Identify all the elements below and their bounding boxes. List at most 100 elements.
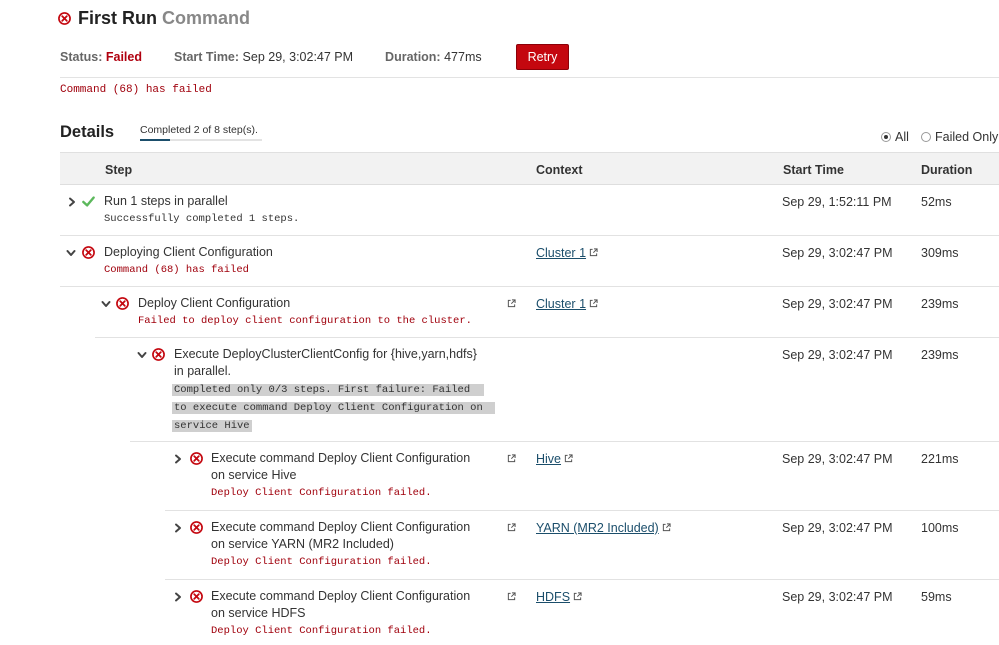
step-subtitle-highlighted: Completed only 0/3 steps. First failure:… (172, 381, 495, 435)
step-start-time: Sep 29, 3:02:47 PM (782, 521, 893, 535)
external-link-icon[interactable] (507, 454, 516, 463)
chevron-down-icon[interactable] (66, 248, 76, 258)
failure-message: Command (68) has failed (60, 84, 212, 96)
step-start-time: Sep 29, 3:02:47 PM (782, 452, 893, 466)
step-title-line: on service Hive (211, 468, 297, 482)
step-title: Execute command Deploy Client Configurat… (211, 519, 470, 553)
chevron-down-icon[interactable] (101, 299, 111, 309)
step-subtitle: Deploy Client Configuration failed. (211, 556, 432, 568)
step-title-line: on service HDFS (211, 606, 306, 620)
retry-button[interactable]: Retry (516, 44, 569, 70)
filter-failed-only-label: Failed Only (935, 130, 999, 144)
failed-circle-x-icon (82, 246, 95, 259)
context-link-hive[interactable]: Hive (536, 452, 573, 466)
step-duration: 221ms (921, 452, 959, 466)
external-link-icon[interactable] (507, 592, 516, 601)
failed-circle-x-icon (58, 12, 71, 25)
status-label: Status: (60, 50, 103, 64)
context-link-hdfs[interactable]: HDFS (536, 590, 582, 604)
failed-circle-x-icon (152, 348, 165, 361)
step-title-line: Execute DeployClusterClientConfig for {h… (174, 347, 477, 361)
context-link-cluster[interactable]: Cluster 1 (536, 246, 598, 260)
filter-all-label: All (895, 130, 909, 144)
table-row[interactable]: Deploy Client Configuration Failed to de… (95, 287, 999, 338)
external-link-icon[interactable] (507, 299, 516, 308)
external-link-icon (564, 454, 573, 463)
chevron-down-icon[interactable] (137, 350, 147, 360)
step-title-line: in parallel. (174, 364, 231, 378)
title-sub: Command (162, 7, 251, 28)
completed-progress (140, 139, 262, 141)
status-value: Failed (105, 50, 142, 64)
context-link-cluster[interactable]: Cluster 1 (536, 297, 598, 311)
step-title-line: Execute command Deploy Client Configurat… (211, 451, 471, 465)
step-duration: 52ms (921, 195, 952, 209)
step-subtitle: Deploy Client Configuration failed. (211, 487, 432, 499)
context-link-text: YARN (MR2 Included) (536, 521, 659, 535)
column-context: Context (536, 163, 583, 177)
chevron-right-icon[interactable] (173, 592, 183, 602)
step-start-time: Sep 29, 3:02:47 PM (782, 348, 893, 362)
duration-value: 477ms (444, 50, 482, 64)
table-row[interactable]: Execute command Deploy Client Configurat… (165, 511, 999, 580)
details-heading: Details (60, 123, 115, 141)
step-duration: 309ms (921, 246, 959, 260)
success-check-icon (82, 195, 95, 208)
start-time-value: Sep 29, 3:02:47 PM (242, 50, 354, 64)
step-title: Execute command Deploy Client Configurat… (211, 588, 470, 622)
failed-circle-x-icon (190, 590, 203, 603)
step-duration: 100ms (921, 521, 959, 535)
context-link-text: HDFS (536, 590, 571, 604)
radio-selected-icon (881, 132, 891, 142)
step-start-time: Sep 29, 3:02:47 PM (782, 297, 893, 311)
step-title-line: on service YARN (MR2 Included) (211, 537, 394, 551)
step-duration: 239ms (921, 348, 959, 362)
table-row[interactable]: Run 1 steps in parallel Successfully com… (60, 185, 999, 236)
step-duration: 239ms (921, 297, 959, 311)
column-duration: Duration (921, 163, 973, 177)
step-title: Deploying Client Configuration (104, 245, 273, 259)
divider (60, 77, 999, 78)
table-row[interactable]: Execute command Deploy Client Configurat… (165, 580, 999, 645)
title-main: First Run (78, 7, 157, 28)
context-link-yarn[interactable]: YARN (MR2 Included) (536, 521, 671, 535)
chevron-right-icon[interactable] (173, 523, 183, 533)
external-link-icon (589, 299, 598, 308)
context-link-text: Cluster 1 (536, 246, 587, 260)
chevron-right-icon[interactable] (173, 454, 183, 464)
step-subtitle: Failed to deploy client configuration to… (138, 315, 472, 327)
external-link-icon (589, 248, 598, 257)
column-start-time: Start Time (783, 163, 844, 177)
page-title: First Run Command (58, 6, 250, 30)
context-link-text: Cluster 1 (536, 297, 587, 311)
step-subtitle: Successfully completed 1 steps. (104, 213, 300, 225)
step-title: Execute DeployClusterClientConfig for {h… (174, 346, 477, 380)
table-row[interactable]: Deploying Client Configuration Command (… (60, 236, 999, 287)
step-subtitle-line: to execute command Deploy Client Configu… (172, 402, 495, 414)
command-summary: Status: Failed Start Time: Sep 29, 3:02:… (60, 44, 482, 70)
step-subtitle-line: service Hive (172, 420, 252, 432)
failed-circle-x-icon (190, 452, 203, 465)
step-title-line: Execute command Deploy Client Configurat… (211, 520, 471, 534)
external-link-icon[interactable] (507, 523, 516, 532)
step-start-time: Sep 29, 3:02:47 PM (782, 590, 893, 604)
filter-all-radio[interactable]: All (881, 130, 909, 144)
external-link-icon (573, 592, 582, 601)
radio-unselected-icon (921, 132, 931, 142)
failed-circle-x-icon (190, 521, 203, 534)
table-row[interactable]: Execute command Deploy Client Configurat… (165, 442, 999, 511)
step-title-line: Execute command Deploy Client Configurat… (211, 589, 471, 603)
duration-label: Duration: (385, 50, 441, 64)
start-time-label: Start Time: (173, 50, 240, 64)
column-step: Step (105, 163, 133, 177)
step-subtitle: Command (68) has failed (104, 264, 249, 276)
step-title: Deploy Client Configuration (138, 296, 291, 310)
completed-steps-tab[interactable]: Completed 2 of 8 step(s). (140, 124, 258, 138)
failed-circle-x-icon (116, 297, 129, 310)
step-subtitle: Deploy Client Configuration failed. (211, 625, 432, 637)
filter-failed-only-radio[interactable]: Failed Only (921, 130, 998, 144)
table-row[interactable]: Execute DeployClusterClientConfig for {h… (130, 338, 999, 442)
chevron-right-icon[interactable] (67, 197, 77, 207)
step-title: Execute command Deploy Client Configurat… (211, 450, 470, 484)
step-subtitle-line: Completed only 0/3 steps. First failure:… (172, 384, 485, 396)
